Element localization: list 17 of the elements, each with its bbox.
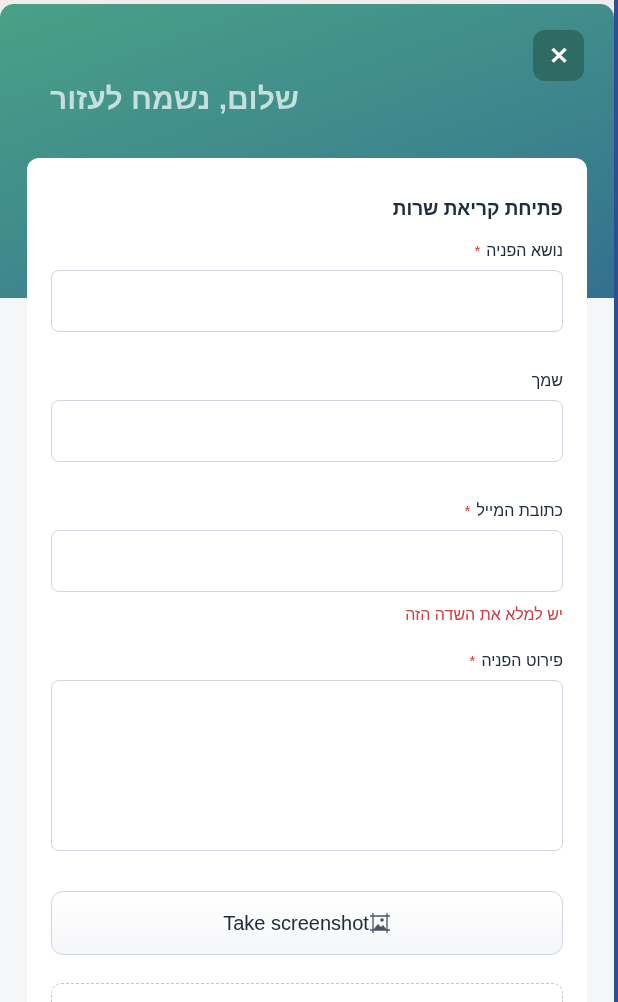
required-mark: * [474, 242, 481, 259]
input-field[interactable] [51, 400, 563, 462]
panel-title: שלום, נשמח לעזור [50, 82, 299, 116]
screenshot-button[interactable]: Take screenshot [51, 891, 563, 955]
field-label: כתובת המייל [476, 502, 563, 520]
form-title: פתיחת קריאת שרות [391, 198, 563, 220]
field-label: נושא הפניה [486, 242, 563, 260]
required-mark: * [464, 502, 471, 519]
close-button[interactable]: ✕ [533, 30, 584, 81]
field-label: שמך [531, 372, 563, 390]
image-icon [368, 912, 391, 934]
text-area[interactable] [51, 680, 563, 851]
input-field[interactable] [51, 270, 563, 332]
required-mark: * [469, 652, 476, 669]
field-label: פירוט הפניה [481, 652, 563, 670]
input-field[interactable] [51, 530, 563, 592]
error-message: יש למלא את השדה הזה [404, 606, 563, 624]
